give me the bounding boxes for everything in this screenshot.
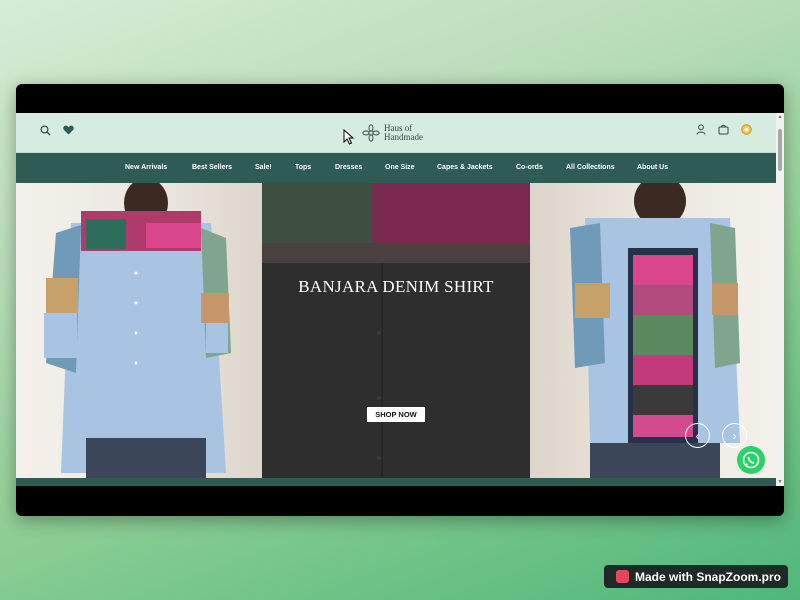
nav-dresses[interactable]: Dresses	[335, 153, 362, 183]
nav-new-arrivals[interactable]: New Arrivals	[125, 153, 167, 183]
nav-best-sellers[interactable]: Best Sellers	[192, 153, 232, 183]
search-icon[interactable]	[40, 125, 51, 136]
watermark-text: Made with SnapZoom.pro	[635, 569, 781, 584]
site-header: Haus of Handmade	[16, 113, 776, 153]
snapzoom-logo-icon	[616, 570, 629, 583]
nav-about-us[interactable]: About Us	[637, 153, 668, 183]
page-viewport: Haus of Handmade New Arrivals Best Selle…	[16, 113, 784, 486]
nav-co-ords[interactable]: Co-ords	[516, 153, 543, 183]
nav-one-size[interactable]: One Size	[385, 153, 415, 183]
cart-icon[interactable]	[718, 124, 729, 135]
carousel-next-button[interactable]: ›	[722, 423, 747, 448]
logo-line-2: Handmade	[384, 132, 423, 142]
nav-tops[interactable]: Tops	[295, 153, 311, 183]
nav-capes-jackets[interactable]: Capes & Jackets	[437, 153, 493, 183]
mouse-cursor-icon	[343, 129, 355, 145]
whatsapp-button[interactable]	[737, 446, 765, 474]
scroll-down-icon[interactable]: ▼	[776, 478, 784, 486]
shop-now-button[interactable]: SHOP NOW	[367, 407, 425, 422]
scroll-thumb[interactable]	[778, 129, 782, 171]
mandala-logo-icon	[362, 124, 380, 142]
nav-all-collections[interactable]: All Collections	[566, 153, 615, 183]
logo-text: Haus of Handmade	[384, 124, 423, 142]
user-icon[interactable]	[696, 124, 706, 135]
browser-window: Haus of Handmade New Arrivals Best Selle…	[16, 84, 784, 516]
hero-image-front	[16, 183, 262, 478]
page-scrollbar[interactable]: ▲ ▼	[776, 113, 784, 486]
site-logo[interactable]: Haus of Handmade	[362, 118, 423, 148]
hero-image-detail	[262, 183, 530, 478]
hero-title: BANJARA DENIM SHIRT	[298, 277, 494, 296]
watermark-badge: Made with SnapZoom.pro	[604, 565, 788, 588]
whatsapp-icon	[742, 451, 760, 469]
hero-banner: BANJARA DENIM SHIRT SHOP NOW ‹ ›	[16, 183, 776, 478]
scroll-up-icon[interactable]: ▲	[776, 113, 784, 121]
currency-icon[interactable]	[741, 124, 752, 135]
heart-icon[interactable]	[63, 125, 74, 135]
section-divider	[16, 478, 776, 486]
carousel-prev-button[interactable]: ‹	[685, 423, 710, 448]
chevron-left-icon: ‹	[695, 429, 700, 443]
main-navigation: New Arrivals Best Sellers Sale! Tops Dre…	[16, 153, 776, 183]
chevron-right-icon: ›	[732, 429, 737, 443]
nav-sale[interactable]: Sale!	[255, 153, 272, 183]
